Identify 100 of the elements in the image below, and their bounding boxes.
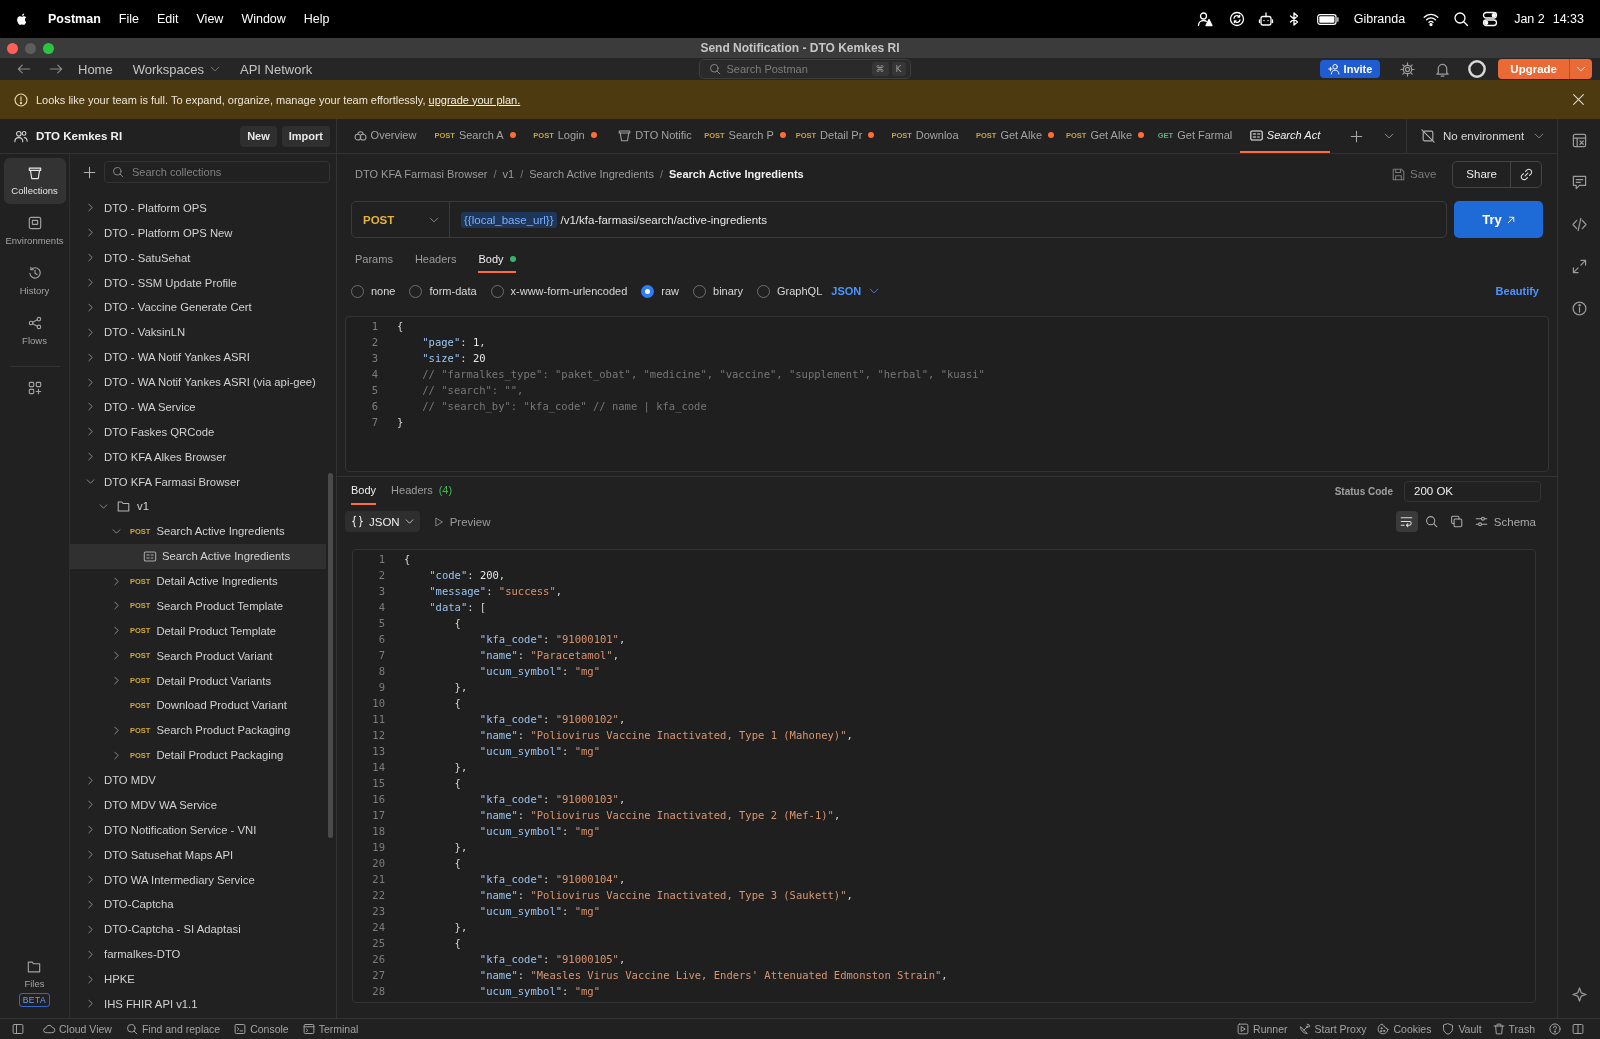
status-bar-button[interactable]: Vault xyxy=(1442,1023,1482,1035)
menu-item[interactable]: Help xyxy=(303,12,330,26)
add-collection-button[interactable] xyxy=(83,165,96,179)
request-tab[interactable]: DTO Notific xyxy=(610,119,700,153)
tree-item[interactable]: DTO KFA Farmasi Browser xyxy=(70,469,326,494)
tree-item[interactable]: farmalkes-DTO xyxy=(70,941,326,967)
collection-search-field[interactable]: Search collections xyxy=(104,161,330,183)
wifi-icon[interactable] xyxy=(1423,11,1440,27)
apple-icon[interactable] xyxy=(15,11,29,27)
tree-item[interactable]: DTO-Captcha xyxy=(70,892,326,917)
diagonal-arrows-icon[interactable] xyxy=(1571,259,1587,274)
nav-rail-item[interactable]: Environments xyxy=(3,208,66,254)
person-warning-icon[interactable] xyxy=(1196,11,1213,27)
response-tab[interactable]: Headers (4) xyxy=(391,477,453,505)
schema-button[interactable]: Schema xyxy=(1474,515,1536,528)
comment-icon[interactable] xyxy=(1571,175,1587,190)
table-icon[interactable] xyxy=(1571,133,1587,148)
body-type-option[interactable]: binary xyxy=(693,284,744,298)
status-bar-button[interactable]: Find and replace xyxy=(125,1023,221,1035)
header-nav-item[interactable]: Workspaces xyxy=(132,61,220,77)
body-type-option[interactable]: raw xyxy=(641,284,680,298)
request-tab[interactable]: Overview xyxy=(340,119,430,153)
header-nav-item[interactable]: Home xyxy=(78,61,113,77)
status-bar-button[interactable]: Cookies xyxy=(1377,1023,1432,1035)
wrap-lines-button[interactable] xyxy=(1395,511,1418,532)
avatar-icon[interactable] xyxy=(1468,60,1487,78)
header-nav-item[interactable]: API Network xyxy=(240,61,313,77)
invite-button[interactable]: Invite xyxy=(1319,60,1381,78)
breadcrumb-item[interactable]: Search Active Ingredients xyxy=(529,168,654,180)
tree-item[interactable]: DTO - WA Service xyxy=(70,394,326,420)
language-dropdown[interactable]: JSON xyxy=(831,285,880,297)
tree-item[interactable]: DTO - SSM Update Profile xyxy=(70,270,326,295)
settings-icon[interactable] xyxy=(1400,61,1416,77)
tree-item[interactable]: Search Active Ingredients xyxy=(70,543,326,569)
tree-item[interactable]: DTO KFA Alkes Browser xyxy=(70,444,326,470)
add-grid-icon[interactable] xyxy=(27,381,42,395)
sparkle-icon[interactable] xyxy=(1571,987,1587,1002)
back-arrow-icon[interactable] xyxy=(17,62,31,76)
tree-item[interactable]: DTO - VaksinLN xyxy=(70,319,326,345)
tree-item[interactable]: IHS FHIR API v1.1 xyxy=(70,991,326,1017)
code-icon[interactable] xyxy=(1571,217,1587,232)
menu-item[interactable]: Edit xyxy=(156,12,179,26)
close-banner-button[interactable] xyxy=(1572,93,1585,106)
info-icon[interactable] xyxy=(1571,301,1587,316)
forward-arrow-icon[interactable] xyxy=(49,62,63,76)
two-pane-icon[interactable] xyxy=(1572,1023,1584,1035)
method-dropdown[interactable]: POST xyxy=(352,202,450,237)
upgrade-link[interactable]: upgrade your plan. xyxy=(428,93,521,106)
user-name[interactable]: Gibranda xyxy=(1353,12,1406,26)
tree-item[interactable]: DTO MDV WA Service xyxy=(70,792,326,818)
request-body-editor[interactable]: 1 { 2 "page": 1, 3 "size": 20 4 // "farmalkes_type": "paket_obat", "medicine", "vaccine", "supplement", "herbal", "kuasi" 5 // "search": "", 6 // "search_by": "kfa_code" // name | kfa_code 7 } xyxy=(345,316,1549,472)
body-type-option[interactable]: GraphQL xyxy=(757,284,823,298)
body-type-option[interactable]: none xyxy=(351,284,396,298)
response-tab[interactable]: Body xyxy=(351,477,377,505)
menu-item[interactable]: File xyxy=(118,12,139,26)
request-section-tab[interactable]: Params xyxy=(355,246,393,273)
body-type-option[interactable]: form-data xyxy=(409,284,477,298)
robot-icon[interactable] xyxy=(1257,11,1274,27)
tree-item[interactable]: DTO - Platform OPS xyxy=(70,195,326,221)
tree-item[interactable]: DTO - SatuSehat xyxy=(70,245,326,271)
breadcrumb-item[interactable]: DTO KFA Farmasi Browser xyxy=(355,168,488,180)
help-icon[interactable] xyxy=(1549,1023,1561,1035)
tree-item[interactable]: DTO Notification Service - VNI xyxy=(70,817,326,843)
status-bar-button[interactable]: Cloud View xyxy=(43,1023,112,1035)
bell-icon[interactable] xyxy=(1435,61,1451,77)
format-dropdown[interactable]: JSON xyxy=(345,511,420,532)
environment-dropdown[interactable]: No environment xyxy=(1406,119,1557,153)
breadcrumb-item[interactable]: Search Active Ingredients xyxy=(669,168,804,180)
preview-button[interactable]: Preview xyxy=(433,515,491,528)
scrollbar[interactable] xyxy=(328,472,333,838)
request-section-tab[interactable]: Body xyxy=(478,246,516,273)
nav-rail-item[interactable]: History xyxy=(3,258,66,304)
beautify-button[interactable]: Beautify xyxy=(1495,285,1539,297)
tree-item[interactable]: DTO - Platform OPS New xyxy=(70,220,326,246)
tree-item[interactable]: DTO WA Intermediary Service xyxy=(70,867,326,892)
app-menu[interactable]: Postman xyxy=(48,12,101,26)
tree-item[interactable]: DTO - WA Notif Yankes ASRI xyxy=(70,344,326,370)
maximize-window-button[interactable] xyxy=(43,42,54,54)
nav-rail-item[interactable]: Flows xyxy=(3,308,66,354)
tree-item[interactable]: DTO Satusehat Maps API xyxy=(70,842,326,868)
workspace-button[interactable]: Import xyxy=(281,125,330,147)
try-button[interactable]: Try xyxy=(1454,201,1543,238)
status-bar-button[interactable]: Start Proxy xyxy=(1298,1023,1367,1035)
close-window-button[interactable] xyxy=(7,42,18,54)
request-section-tab[interactable]: Headers xyxy=(414,246,457,273)
tree-item[interactable]: DTO - Vaccine Generate Cert xyxy=(70,295,326,320)
status-bar-button[interactable]: Runner xyxy=(1237,1023,1288,1035)
menu-item[interactable]: View xyxy=(196,12,224,26)
sidebar-panel-icon[interactable] xyxy=(12,1023,24,1035)
circular-arrows-icon[interactable] xyxy=(1228,11,1245,27)
tree-item[interactable]: DTO Faskes QRCode xyxy=(70,419,326,445)
tree-item[interactable]: v1 xyxy=(70,494,326,519)
breadcrumb-item[interactable]: v1 xyxy=(502,168,515,180)
tree-item[interactable]: DTO - WA Notif Yankes ASRI (via api-gee) xyxy=(70,369,326,395)
request-tab[interactable]: Search Act xyxy=(1240,119,1330,153)
url-field[interactable]: {{local_base_url}} /v1/kfa-farmasi/search/active-ingredients xyxy=(461,202,1446,237)
body-type-option[interactable]: x-www-form-urlencoded xyxy=(490,284,628,298)
workspace-name[interactable]: DTO Kemkes RI xyxy=(36,130,123,142)
battery-icon[interactable] xyxy=(1316,13,1339,25)
search-icon[interactable] xyxy=(1453,11,1470,27)
